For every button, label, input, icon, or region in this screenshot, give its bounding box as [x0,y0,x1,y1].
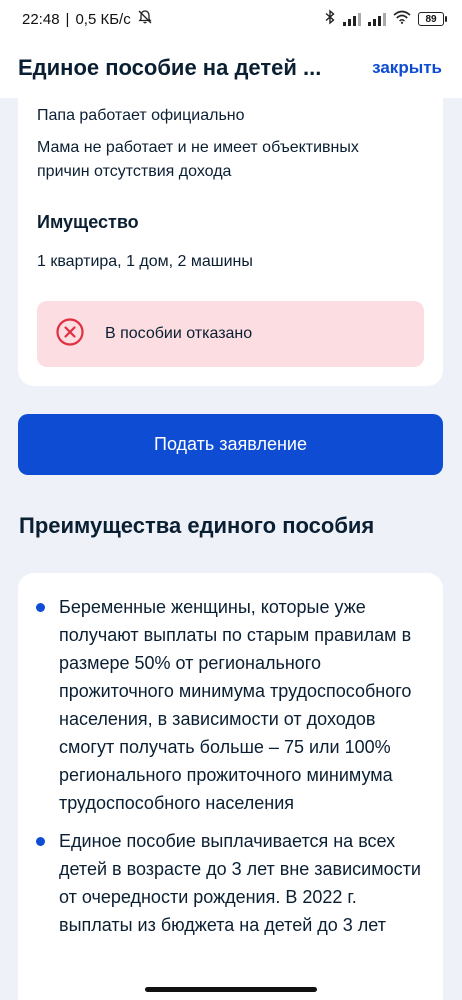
cross-circle-icon [55,317,85,352]
bullet-icon [36,837,45,846]
status-left: 22:48 | 0,5 КБ/с [22,9,153,29]
alert-text: В пособии отказано [105,325,253,342]
rejection-alert: В пособии отказано [37,301,424,367]
benefits-title: Преимущества единого пособия [19,513,375,538]
status-net-speed: 0,5 КБ/с [75,10,131,28]
battery-level: 89 [425,13,437,25]
list-item: Единое пособие выплачивается на всех дет… [36,827,423,939]
status-time: 22:48 [22,10,60,28]
mother-status-line2: причин отсутствия дохода [37,163,232,180]
signal-icon-1 [343,12,361,26]
application-details-card: Папа работает официально Мама не работае… [18,98,443,386]
battery-icon: 89 [418,12,447,26]
benefit-text: Единое пособие выплачивается на всех дет… [59,831,421,935]
page-title: Единое пособие на детей ... [18,55,322,80]
property-value: 1 квартира, 1 дом, 2 машины [37,253,253,270]
app-header: Единое пособие на детей ... закрыть [0,38,462,98]
benefits-card: Беременные женщины, которые уже получают… [18,573,443,1000]
status-bar: 22:48 | 0,5 КБ/с 89 [0,0,462,38]
status-right: 89 [324,9,447,29]
list-item: Беременные женщины, которые уже получают… [36,593,423,817]
bell-off-icon [137,9,153,29]
mother-status-line1: Мама не работает и не имеет объективных [37,139,359,156]
close-link[interactable]: закрыть [372,58,442,78]
submit-application-button[interactable]: Подать заявление [18,414,443,475]
signal-icon-2 [368,12,386,26]
bullet-icon [36,603,45,612]
bluetooth-icon [324,9,336,29]
benefit-text: Беременные женщины, которые уже получают… [59,597,412,813]
home-indicator[interactable] [145,987,317,992]
wifi-icon [393,10,411,28]
status-separator: | [65,10,70,28]
property-heading: Имущество [37,212,139,232]
father-status: Папа работает официально [37,107,245,124]
